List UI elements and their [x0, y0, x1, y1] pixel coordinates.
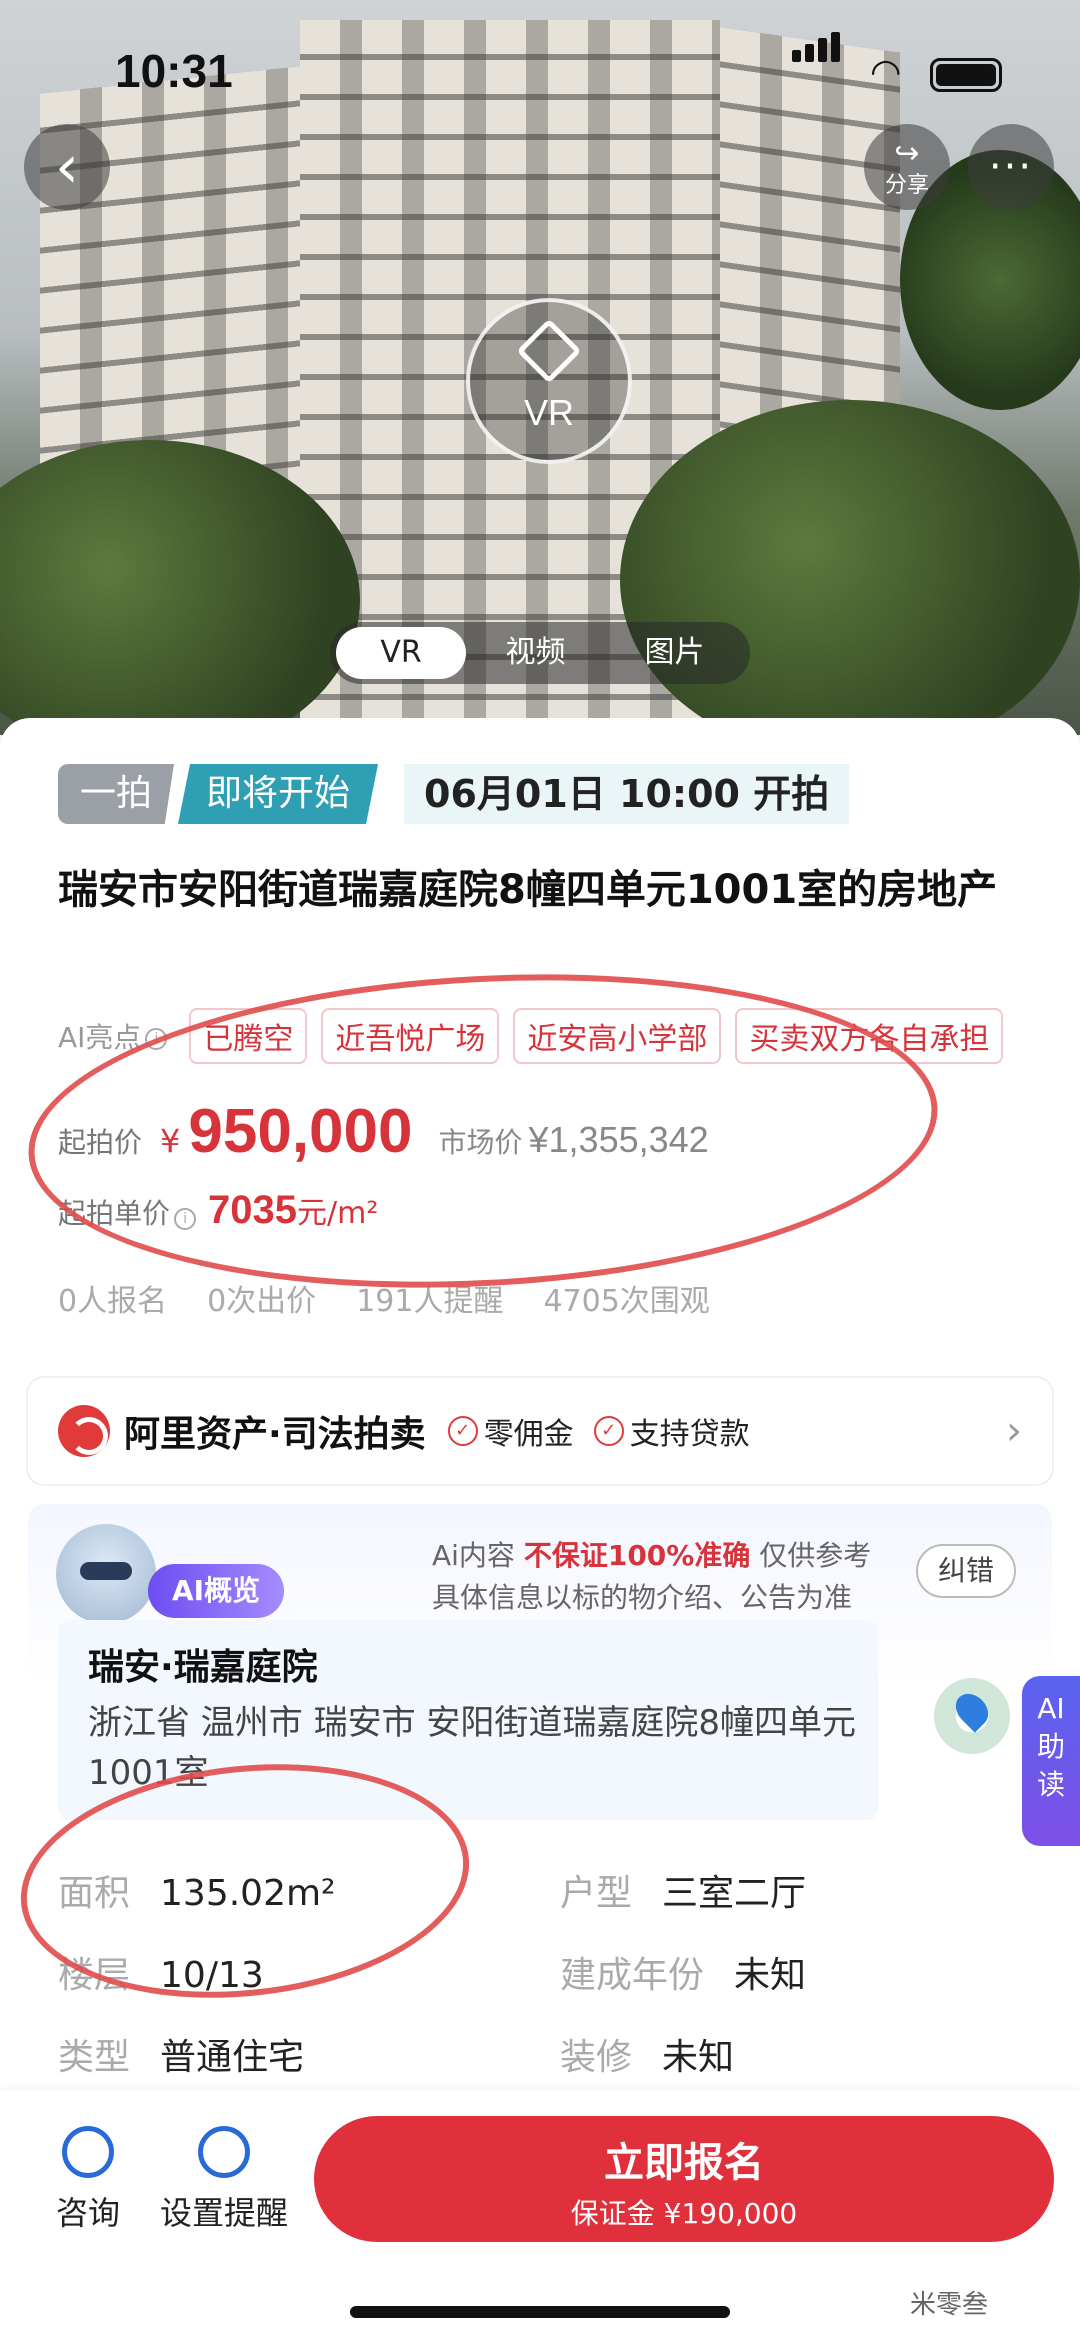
attr-layout: 户型 三室二厅 [560, 1873, 807, 1914]
share-button[interactable]: ↪ 分享 [864, 124, 950, 210]
map-pin-icon[interactable] [934, 1678, 1010, 1754]
reminder-label: 设置提醒 [160, 2194, 289, 2232]
ai-overview-badge: AI概览 [148, 1564, 285, 1618]
stat-signups: 0人报名 [58, 1284, 168, 1319]
share-label: 分享 [884, 172, 929, 198]
tab-photos[interactable]: 图片 [605, 627, 744, 679]
vr-button[interactable]: VR [466, 298, 632, 464]
ai-disclaimer-line2: 具体信息以标的物介绍、公告为准 [432, 1581, 853, 1614]
home-indicator[interactable] [350, 2306, 730, 2318]
deposit-label: 保证金 ¥190,000 [570, 2197, 798, 2230]
signup-button[interactable]: 立即报名 保证金 ¥190,000 [314, 2116, 1054, 2242]
signup-label: 立即报名 [604, 2140, 764, 2186]
attr-decoration: 装修 未知 [560, 2037, 735, 2078]
ai-disclaimer: Ai内容 不保证100%准确 仅供参考 [432, 1539, 872, 1572]
property-title: 瑞安市安阳街道瑞嘉庭院8幢四单元1001室的房地产 [58, 867, 998, 913]
ali-logo-icon [58, 1405, 110, 1457]
auction-tags: 一拍 即将开始 06月01日 10:00 开拍 [58, 762, 850, 826]
watermark: 米零叁 [910, 2290, 989, 2320]
more-icon: ··· [988, 144, 1034, 190]
back-button[interactable]: ‹ [24, 124, 110, 210]
status-time: 10:31 [115, 45, 233, 97]
status-bar: 10:31 ◠ [0, 32, 1080, 110]
feature-zero-commission: ✓ 零佣金 [447, 1409, 574, 1453]
platform-row[interactable]: 阿里资产·司法拍卖 ✓ 零佣金 ✓ 支持贷款 › [28, 1378, 1052, 1484]
ai-mascot-icon [56, 1524, 156, 1624]
attr-type: 类型 普通住宅 [58, 2037, 305, 2078]
tab-video[interactable]: 视频 [466, 627, 605, 679]
round-tag: 一拍 [58, 764, 175, 824]
community-name: 瑞安·瑞嘉庭院 [88, 1647, 318, 1688]
attr-build-year: 建成年份 未知 [560, 1955, 807, 1996]
media-tabs: VR 视频 图片 [330, 622, 750, 684]
platform-brand: 阿里资产·司法拍卖 [124, 1414, 426, 1455]
feature-loan: ✓ 支持贷款 [593, 1409, 750, 1453]
chevron-right-icon: › [1006, 1408, 1022, 1454]
status-tag: 即将开始 [178, 764, 379, 824]
correct-button[interactable]: 纠错 [916, 1544, 1017, 1598]
start-time: 06月01日 10:00 开拍 [404, 764, 850, 824]
set-reminder-button[interactable]: 设置提醒 [160, 2126, 288, 2234]
alarm-clock-icon [198, 2126, 250, 2178]
ai-overview: AI概览 Ai内容 不保证100%准确 仅供参考 具体信息以标的物介绍、公告为准… [9, 1504, 1052, 2104]
ai-reading-tab[interactable]: AI 助 读 [1022, 1676, 1080, 1846]
vr-icon [516, 318, 582, 384]
battery-icon [930, 58, 1002, 92]
chevron-left-icon: ‹ [55, 132, 79, 202]
vr-label: VR [523, 392, 574, 433]
more-button[interactable]: ··· [968, 124, 1054, 210]
headset-icon [62, 2126, 114, 2178]
wifi-icon: ◠ [870, 52, 902, 93]
check-icon: ✓ [593, 1416, 624, 1446]
consult-button[interactable]: 咨询 [56, 2126, 120, 2234]
consult-label: 咨询 [56, 2194, 121, 2232]
share-icon: ↪ [894, 135, 920, 171]
tab-vr[interactable]: VR [336, 627, 466, 679]
stat-bids: 0次出价 [207, 1284, 317, 1319]
check-icon: ✓ [447, 1416, 478, 1446]
stat-views: 4705次围观 [543, 1284, 710, 1319]
auction-detail-page: 10:31 ◠ ‹ ↪ 分享 ··· VR VR 视频 图片 一拍 即将开始 0… [0, 0, 1080, 2337]
